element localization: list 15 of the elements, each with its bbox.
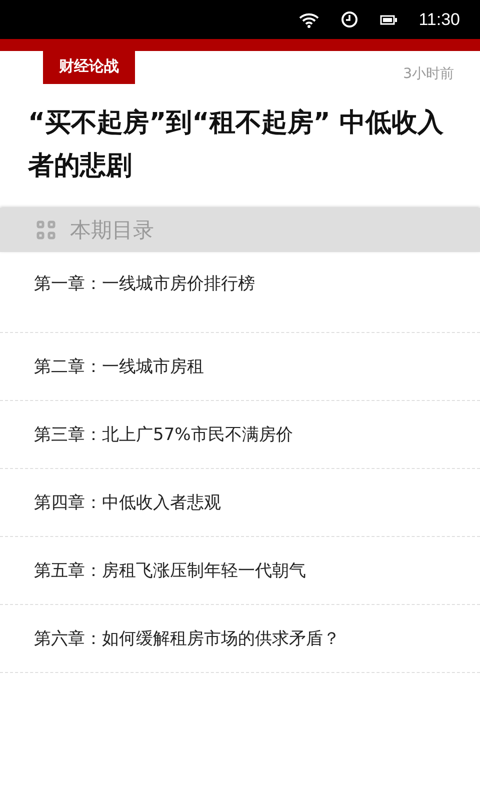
post-time: 3小时前	[403, 65, 454, 84]
chapter-link[interactable]: 第三章：北上广57%市民不满房价	[34, 423, 293, 446]
chapter-link[interactable]: 第四章：中低收入者悲观	[34, 491, 221, 514]
clock-icon	[340, 11, 358, 28]
chapter-link[interactable]: 第五章：房租飞涨压制年轻一代朝气	[34, 559, 306, 582]
article-title: “买不起房”到“租不起房” 中低收入者的悲剧	[28, 107, 444, 183]
category-tag[interactable]: 财经论战	[43, 51, 135, 84]
contents-heading: 本期目录	[70, 217, 154, 244]
wifi-icon	[298, 12, 319, 28]
grid-icon	[36, 220, 56, 240]
chapter-link[interactable]: 第六章：如何缓解租房市场的供求矛盾？	[34, 627, 340, 650]
battery-icon	[380, 14, 397, 24]
status-time: 11:30	[418, 10, 460, 30]
chapter-link[interactable]: 第二章：一线城市房租	[34, 355, 204, 378]
chapter-link[interactable]: 第一章：一线城市房价排行榜	[34, 272, 255, 295]
